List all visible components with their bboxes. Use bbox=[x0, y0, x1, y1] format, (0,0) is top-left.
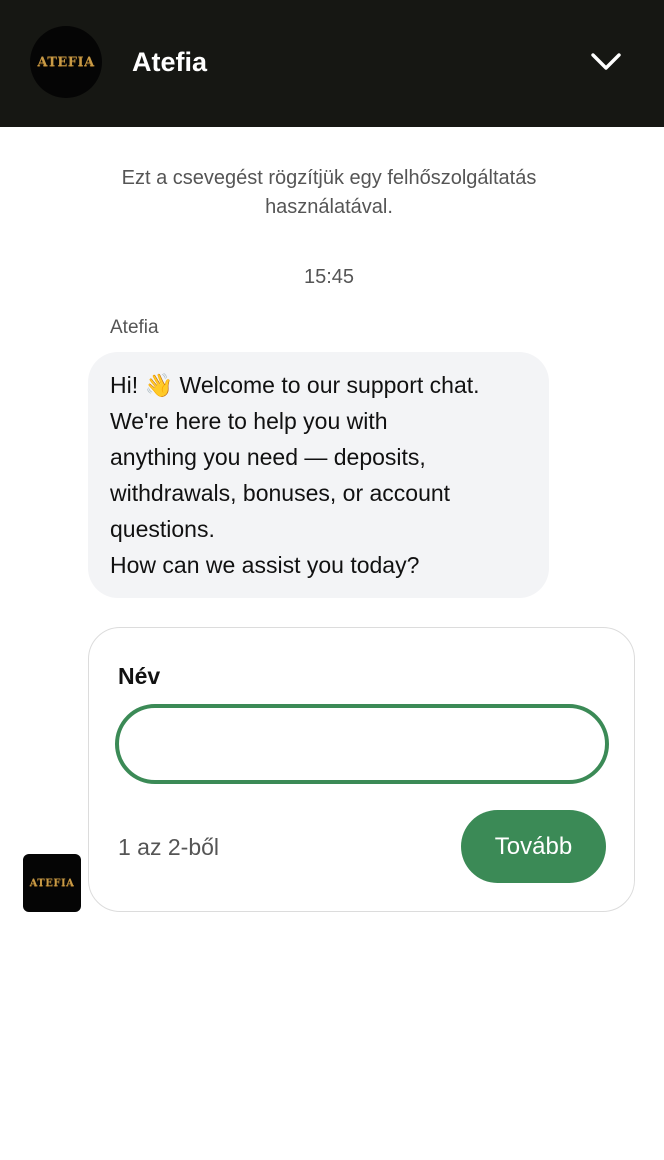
message-timestamp: 15:45 bbox=[303, 266, 355, 288]
message-line: questions. bbox=[110, 516, 215, 542]
brand-logo: ATEFIA bbox=[37, 54, 95, 70]
collapse-button[interactable] bbox=[584, 40, 628, 84]
bot-avatar: ATEFIA bbox=[23, 854, 81, 912]
message-line: Hi! 👋 Welcome to our support chat. bbox=[110, 372, 480, 398]
step-counter: 1 az 2-ből bbox=[118, 834, 220, 860]
message-line: withdrawals, bonuses, or account bbox=[110, 480, 451, 506]
sender-name: Atefia bbox=[110, 317, 159, 338]
recording-notice: Ezt a csevegést rögzítjük egy felhőszolg… bbox=[121, 167, 537, 218]
brand-avatar: ATEFIA bbox=[30, 26, 102, 98]
header-title: Atefia bbox=[132, 47, 208, 77]
chat-header: ATEFIA Atefia bbox=[0, 0, 664, 127]
message-line: How can we assist you today? bbox=[110, 552, 420, 578]
message-line: We're here to help you with bbox=[110, 408, 388, 434]
chat-widget: ATEFIA Atefia Ezt a csevegést rögzítjük … bbox=[0, 0, 664, 1160]
name-form-card: Név 1 az 2-ből Tovább bbox=[88, 627, 635, 912]
name-input[interactable] bbox=[115, 704, 609, 784]
next-button[interactable]: Tovább bbox=[461, 810, 606, 883]
bot-logo: ATEFIA bbox=[29, 877, 75, 889]
name-field-label: Név bbox=[118, 663, 161, 689]
chevron-down-icon bbox=[591, 53, 621, 70]
message-line: anything you need — deposits, bbox=[110, 444, 426, 470]
message-bubble: Hi! 👋 Welcome to our support chat. We're… bbox=[88, 352, 549, 598]
